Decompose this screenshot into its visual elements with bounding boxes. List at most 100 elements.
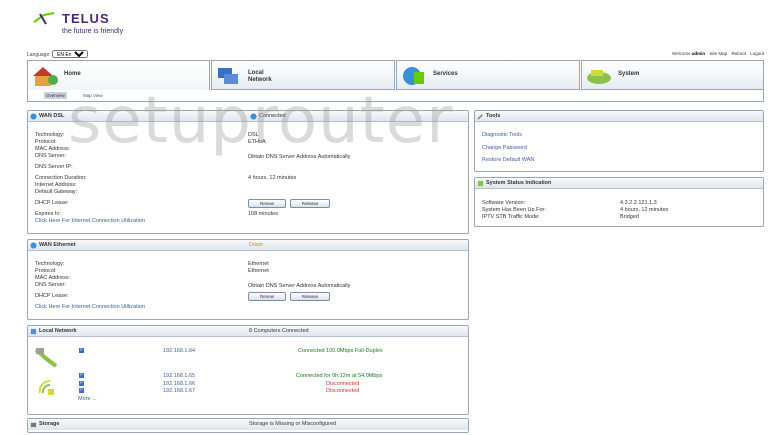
- device-icon: P: [79, 348, 84, 353]
- value-uptime: 4 hours, 12 minutes: [620, 207, 669, 213]
- tools-panel: Tools Diagnostic Tools Change Password R…: [474, 110, 764, 172]
- telus-logo: TELUS the future is friendly: [32, 10, 132, 38]
- label-default-gateway: Default Gateway:: [35, 189, 78, 195]
- computers-connected: 8 Computers Connected: [249, 328, 309, 334]
- label-dhcp-lease: DHCP Lease:: [35, 293, 69, 299]
- label-iptv-mode: IPTV STB Traffic Mode:: [482, 214, 540, 220]
- device-status: Connected 100.0Mbps Full-Duplex: [298, 348, 383, 354]
- services-icon: [403, 67, 424, 85]
- subtab-map-view[interactable]: Map View: [81, 92, 105, 99]
- label-technology: Technology:: [35, 261, 65, 267]
- reboot-link[interactable]: Reboot: [731, 51, 746, 56]
- label-dns-server-ip: DNS Server IP:: [35, 164, 73, 170]
- device-ip[interactable]: 192.168.1.67: [163, 388, 195, 394]
- wan-ethernet-panel: WAN Ethernet Down Technology: Protocol: …: [27, 239, 469, 320]
- tab-system[interactable]: System: [581, 60, 764, 90]
- device-icon: P: [79, 373, 84, 378]
- site-map-link[interactable]: Site Map: [709, 51, 727, 56]
- storage-panel: Storage Storage is Missing or Misconfigu…: [27, 418, 469, 433]
- label-mac: MAC Address:: [35, 275, 71, 281]
- label-duration: Connection Duration:: [35, 175, 87, 181]
- label-technology: Technology:: [35, 132, 65, 138]
- utilization-link[interactable]: Click Here For Internet Connection Utili…: [35, 304, 145, 310]
- tab-local-network-label: Local Network: [248, 70, 272, 83]
- subtab-overview[interactable]: Overview: [44, 92, 67, 99]
- value-protocol: ETHoA: [248, 139, 266, 145]
- renew-button[interactable]: Renew: [248, 199, 286, 208]
- globe-icon: [30, 113, 37, 120]
- label-dns-server: DNS Server:: [35, 153, 66, 159]
- label-dhcp-lease: DHCP Lease:: [35, 200, 69, 206]
- device-ip[interactable]: 192.168.1.66: [163, 381, 195, 387]
- device-status: Disconnected: [326, 381, 360, 387]
- local-network-title: Local Network: [39, 328, 77, 334]
- language-selector: Language: EN English: [27, 50, 89, 58]
- release-button[interactable]: Release: [290, 199, 330, 208]
- tools-title: Tools: [486, 113, 501, 119]
- device-status: Disconnected: [326, 388, 360, 394]
- wan-dsl-panel: WAN DSL Connected Technology: Protocol: …: [27, 110, 469, 234]
- label-expires-in: Expires In:: [35, 211, 61, 217]
- storage-status: Storage is Missing or Misconfigured: [249, 421, 337, 427]
- storage-header: Storage Storage is Missing or Misconfigu…: [28, 419, 468, 430]
- label-internet-address: Internet Address:: [35, 182, 77, 188]
- value-duration: 4 hours, 12 minutes: [248, 175, 297, 181]
- wireless-icon: [38, 379, 54, 395]
- value-technology: Ethernet: [248, 261, 269, 267]
- wan-ethernet-title: WAN Ethernet: [39, 242, 76, 248]
- wan-ethernet-status: Down: [249, 242, 264, 248]
- wan-dsl-status: Connected: [259, 113, 286, 119]
- label-uptime: System Has Been Up For:: [482, 207, 546, 213]
- storage-icon: [30, 422, 37, 428]
- value-technology: DSL: [248, 132, 259, 138]
- restore-default-wan-link[interactable]: Restore Default WAN: [482, 157, 534, 163]
- home-icon: [33, 67, 58, 86]
- device-icon: P: [79, 381, 84, 386]
- renew-button[interactable]: Renew: [248, 292, 286, 301]
- status-icon: [477, 180, 484, 187]
- system-icon: [587, 70, 611, 84]
- language-select[interactable]: EN English: [52, 50, 89, 58]
- system-status-panel: System Status Indication Software Versio…: [474, 177, 764, 227]
- value-dns-server: Obtain DNS Server Address Automatically: [248, 154, 351, 160]
- globe-icon: [30, 242, 37, 249]
- subtab-bar: Overview Map View: [27, 90, 764, 102]
- tab-services-label: Services: [433, 71, 458, 77]
- tab-system-label: System: [618, 71, 640, 77]
- local-network-panel: Local Network 8 Computers Connected P 19…: [27, 325, 469, 415]
- release-button[interactable]: Release: [290, 292, 330, 301]
- wan-ethernet-header: WAN Ethernet Down: [28, 240, 468, 251]
- wan-dsl-header: WAN DSL Connected: [28, 111, 468, 122]
- value-iptv-mode: Bridged: [620, 214, 639, 220]
- ethernet-cable-icon: [34, 348, 58, 368]
- value-dns-server: Obtain DNS Server Address Automatically: [248, 283, 351, 289]
- tagline: the future is friendly: [62, 28, 124, 35]
- value-software-version: 4.3.2.2.121.1.3: [620, 200, 657, 206]
- tab-home[interactable]: Home: [27, 60, 210, 94]
- diagnostic-tools-link[interactable]: Diagnostic Tools: [482, 132, 522, 138]
- device-ip[interactable]: 192.168.1.64: [163, 348, 195, 354]
- change-password-link[interactable]: Change Password: [482, 145, 527, 151]
- device-ip[interactable]: 192.168.1.65: [163, 373, 195, 379]
- tab-services[interactable]: Services: [396, 60, 580, 90]
- language-label: Language:: [27, 52, 51, 58]
- welcome-text: Welcome: [671, 51, 691, 56]
- username: admin: [691, 51, 706, 56]
- device-icon: P: [79, 388, 84, 393]
- more-link[interactable]: More ...: [78, 396, 97, 402]
- label-dns-server: DNS Server:: [35, 282, 66, 288]
- tab-local-network[interactable]: Local Network: [211, 60, 395, 90]
- telus-logo-mark-icon: [33, 12, 55, 25]
- wrench-icon: [477, 114, 483, 120]
- local-network-icon: [218, 68, 238, 84]
- system-status-title: System Status Indication: [486, 180, 552, 186]
- brand-name: TELUS: [62, 11, 110, 26]
- label-protocol: Protocol:: [35, 268, 57, 274]
- label-mac: MAC Address:: [35, 146, 71, 152]
- tab-home-label: Home: [64, 71, 81, 77]
- logout-link[interactable]: Logout: [750, 51, 764, 56]
- welcome-bar: Welcome admin Site Map Reboot Logout: [672, 51, 764, 56]
- utilization-link[interactable]: Click Here For Internet Connection Utili…: [35, 218, 145, 224]
- local-network-header: Local Network 8 Computers Connected: [28, 326, 468, 337]
- label-software-version: Software Version:: [482, 200, 526, 206]
